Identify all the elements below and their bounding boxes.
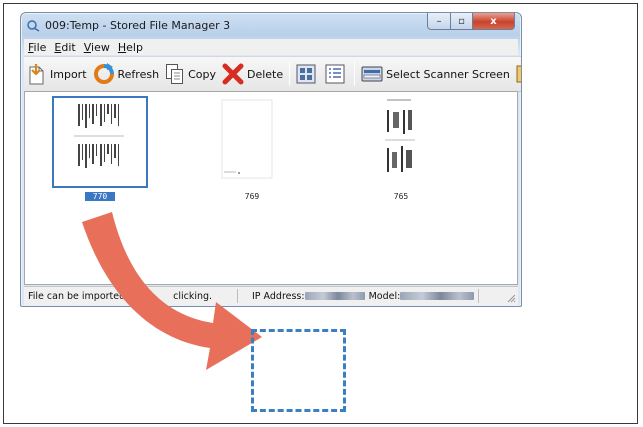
copy-icon bbox=[166, 64, 184, 84]
menu-edit[interactable]: Edit bbox=[50, 41, 79, 54]
thumbnail-label[interactable]: 769 bbox=[237, 192, 267, 201]
window-title: 009:Temp - Stored File Manager 3 bbox=[45, 19, 231, 32]
toolbar: Import Refresh Copy Delete Select Scanne… bbox=[24, 56, 521, 92]
document-thumbnail-icon bbox=[385, 99, 415, 172]
minimize-button[interactable]: – bbox=[427, 13, 451, 30]
status-message: File can be imported clicking. bbox=[24, 289, 238, 303]
delete-label: Delete bbox=[246, 67, 284, 81]
thumbnail-view-button[interactable] bbox=[293, 60, 322, 88]
delete-icon bbox=[222, 63, 244, 85]
model-label: Model: bbox=[368, 290, 401, 302]
close-button[interactable]: x bbox=[473, 13, 515, 30]
thumbnail-item[interactable] bbox=[355, 96, 451, 188]
stored-file-manager-window: 009:Temp - Stored File Manager 3 – ▫ x F… bbox=[20, 12, 522, 307]
copy-label: Copy bbox=[188, 67, 216, 81]
select-scanner-screen-button[interactable]: Select Scanner Screen bbox=[358, 60, 513, 88]
list-view-icon bbox=[325, 64, 345, 84]
model-redacted bbox=[400, 292, 475, 300]
thumbnail-label[interactable]: 770 bbox=[85, 192, 115, 201]
menu-bar: File Edit View Help bbox=[24, 39, 518, 55]
scanner-icon bbox=[361, 66, 383, 82]
thumbnail-view-icon bbox=[296, 64, 316, 84]
document-thumbnail-icon bbox=[74, 104, 124, 168]
toolbar-separator bbox=[354, 62, 356, 86]
thumbnail-item[interactable] bbox=[202, 96, 298, 188]
toolbar-separator bbox=[289, 62, 291, 86]
resize-grip-icon[interactable] bbox=[506, 293, 516, 303]
drop-target-area[interactable] bbox=[251, 329, 346, 412]
minimize-icon: – bbox=[436, 15, 442, 27]
select-scanner-label: Select Scanner Screen bbox=[386, 67, 510, 81]
document-icon bbox=[516, 65, 521, 83]
blank-page-thumbnail-icon bbox=[221, 99, 273, 179]
menu-view[interactable]: View bbox=[80, 41, 114, 54]
status-bar: File can be imported clicking. IP Addres… bbox=[24, 286, 518, 305]
close-icon: x bbox=[490, 15, 497, 27]
maximize-button[interactable]: ▫ bbox=[451, 13, 473, 30]
refresh-button[interactable]: Refresh bbox=[90, 60, 163, 88]
import-label: Import bbox=[50, 67, 87, 81]
app-icon bbox=[27, 20, 40, 32]
thumbnail-label[interactable]: 765 bbox=[386, 192, 416, 201]
menu-help[interactable]: Help bbox=[114, 41, 147, 54]
refresh-icon bbox=[93, 63, 114, 84]
delete-button[interactable]: Delete bbox=[219, 60, 286, 88]
list-view-button[interactable] bbox=[322, 60, 351, 88]
ip-address-redacted bbox=[304, 292, 365, 300]
more-toolbar-button[interactable] bbox=[513, 60, 521, 88]
thumbnail-item[interactable] bbox=[52, 96, 148, 188]
menu-file[interactable]: File bbox=[24, 41, 50, 54]
title-bar[interactable]: 009:Temp - Stored File Manager 3 – ▫ x bbox=[21, 13, 521, 39]
refresh-label: Refresh bbox=[117, 67, 160, 81]
file-list-pane[interactable]: 770 769 765 bbox=[24, 91, 518, 285]
import-icon bbox=[29, 64, 44, 85]
copy-button[interactable]: Copy bbox=[162, 60, 219, 88]
import-button[interactable]: Import bbox=[24, 60, 90, 88]
ip-address-label: IP Address: bbox=[252, 290, 305, 302]
maximize-icon: ▫ bbox=[458, 15, 465, 27]
status-scanner-info: IP Address: Model: bbox=[238, 289, 480, 303]
